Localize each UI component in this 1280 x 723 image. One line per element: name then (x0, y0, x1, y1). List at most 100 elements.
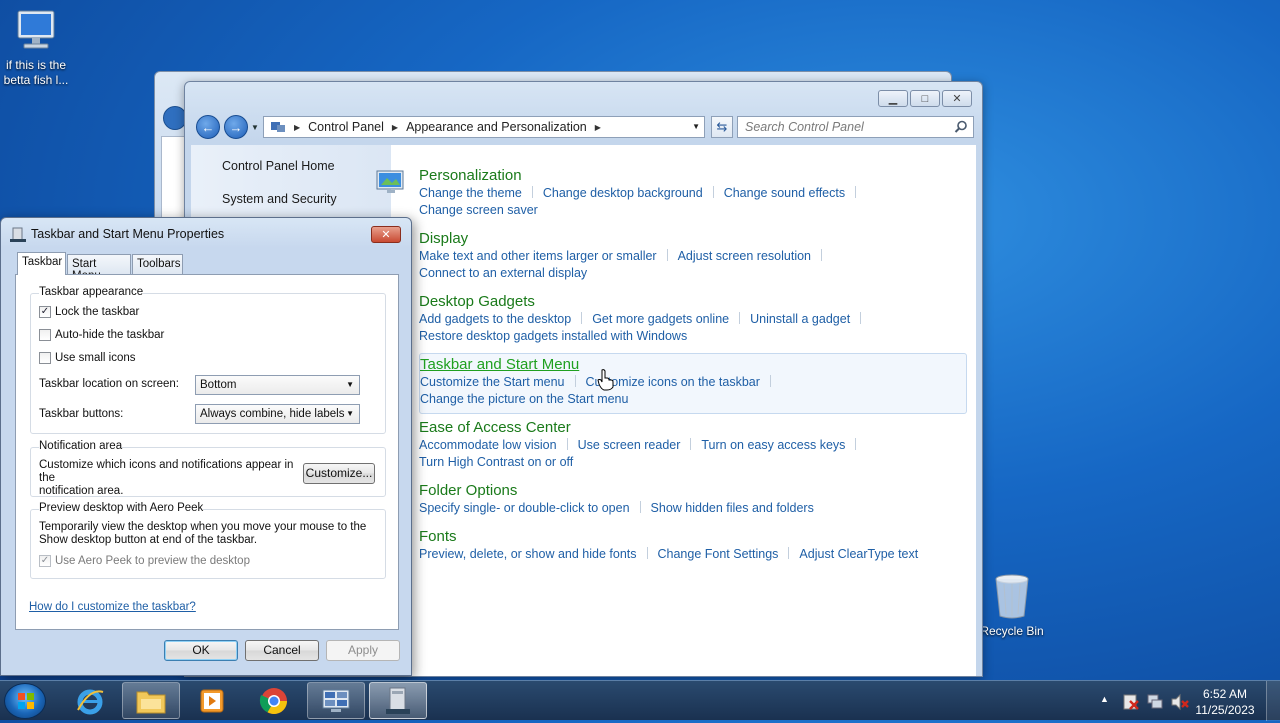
taskbar-properties-dialog[interactable]: Taskbar and Start Menu Properties ✕ Task… (0, 217, 412, 676)
taskbar-properties-icon (10, 227, 26, 242)
link-adjust-cleartype[interactable]: Adjust ClearType text (799, 547, 918, 561)
minimize-button[interactable]: ▁ (878, 90, 908, 107)
close-button[interactable]: ✕ (371, 226, 401, 243)
clock[interactable]: 6:52 AM 11/25/2023 (1190, 686, 1260, 718)
tab-start-menu[interactable]: Start Menu (67, 254, 131, 282)
address-bar[interactable]: ▶ Control Panel ▶ Appearance and Persona… (263, 116, 705, 138)
help-link[interactable]: How do I customize the taskbar? (29, 601, 196, 613)
computer-icon (17, 10, 55, 49)
autohide-checkbox[interactable] (39, 329, 51, 341)
close-button[interactable]: ✕ (942, 90, 972, 107)
link-restore-gadgets[interactable]: Restore desktop gadgets installed with W… (419, 329, 687, 343)
category-folder-options: Folder Options Specify single- or double… (376, 482, 967, 517)
link-preview-fonts[interactable]: Preview, delete, or show and hide fonts (419, 547, 637, 561)
category-ease-of-access: Ease of Access Center Accommodate low vi… (376, 419, 967, 471)
maximize-button[interactable]: □ (910, 90, 940, 107)
refresh-button[interactable]: ⇆ (711, 116, 733, 138)
chevron-down-icon: ▼ (346, 409, 354, 418)
tab-taskbar[interactable]: Taskbar (17, 252, 66, 275)
personalization-icon (376, 170, 404, 193)
link-change-desktop-background[interactable]: Change desktop background (543, 186, 703, 200)
taskbar-media-player[interactable] (183, 682, 241, 719)
link-change-start-menu-picture[interactable]: Change the picture on the Start menu (420, 392, 628, 406)
category-title[interactable]: Folder Options (419, 482, 967, 500)
customize-button[interactable]: Customize... (303, 463, 375, 484)
aero-peek-label: Use Aero Peek to preview the desktop (55, 555, 250, 567)
taskbar-control-panel[interactable] (307, 682, 365, 719)
show-desktop-button[interactable] (1266, 681, 1280, 721)
link-use-screen-reader[interactable]: Use screen reader (578, 438, 681, 452)
ok-button[interactable]: OK (164, 640, 238, 661)
category-title[interactable]: Desktop Gadgets (419, 293, 967, 311)
category-title[interactable]: Display (419, 230, 967, 248)
taskbar-internet-explorer[interactable] (61, 682, 119, 719)
link-change-theme[interactable]: Change the theme (419, 186, 522, 200)
small-icons-row[interactable]: Use small icons (39, 352, 136, 364)
back-button[interactable]: ← (196, 115, 220, 139)
link-accommodate-low-vision[interactable]: Accommodate low vision (419, 438, 557, 452)
lock-taskbar-row[interactable]: ✓ Lock the taskbar (39, 306, 139, 318)
sidebar-item-control-panel-home[interactable]: Control Panel Home (222, 159, 335, 173)
recent-pages-dropdown[interactable]: ▼ (251, 123, 259, 132)
link-change-screen-saver[interactable]: Change screen saver (419, 203, 538, 217)
lock-taskbar-checkbox[interactable]: ✓ (39, 306, 51, 318)
category-title[interactable]: Taskbar and Start Menu (420, 356, 966, 374)
link-easy-access-keys[interactable]: Turn on easy access keys (701, 438, 845, 452)
network-icon[interactable] (1146, 693, 1164, 711)
desktop-icon-label: if this is the (5, 58, 67, 72)
cancel-button[interactable]: Cancel (245, 640, 319, 661)
search-icon[interactable] (954, 120, 968, 134)
link-add-gadgets[interactable]: Add gadgets to the desktop (419, 312, 571, 326)
forward-button[interactable]: → (224, 115, 248, 139)
tab-toolbars[interactable]: Toolbars (132, 254, 183, 275)
small-icons-checkbox[interactable] (39, 352, 51, 364)
category-title[interactable]: Personalization (419, 167, 967, 185)
breadcrumb-root[interactable]: Control Panel (308, 120, 384, 134)
search-input[interactable]: Search Control Panel (737, 116, 974, 138)
chevron-right-icon: ▶ (294, 122, 301, 132)
tab-panel-taskbar: Taskbar appearance ✓ Lock the taskbar Au… (15, 274, 399, 630)
volume-muted-icon[interactable] (1170, 693, 1190, 711)
clock-date: 11/25/2023 (1195, 703, 1255, 717)
link-change-font-settings[interactable]: Change Font Settings (658, 547, 779, 561)
group-title: Taskbar appearance (39, 286, 144, 298)
link-connect-external-display[interactable]: Connect to an external display (419, 266, 587, 280)
address-dropdown-icon[interactable]: ▼ (692, 122, 700, 131)
aero-peek-row[interactable]: ✓ Use Aero Peek to preview the desktop (39, 555, 250, 567)
link-show-hidden-files[interactable]: Show hidden files and folders (651, 501, 814, 515)
dialog-title: Taskbar and Start Menu Properties (31, 227, 225, 241)
group-title: Notification area (39, 440, 123, 452)
link-change-sound-effects[interactable]: Change sound effects (724, 186, 845, 200)
link-customize-start-menu[interactable]: Customize the Start menu (420, 375, 565, 389)
link-uninstall-gadget[interactable]: Uninstall a gadget (750, 312, 850, 326)
taskbar-chrome[interactable] (245, 682, 303, 719)
taskbar-properties-window[interactable] (369, 682, 427, 719)
taskbar-location-select[interactable]: Bottom ▼ (195, 375, 360, 395)
link-high-contrast[interactable]: Turn High Contrast on or off (419, 455, 573, 469)
apply-button[interactable]: Apply (326, 640, 400, 661)
category-fonts: A Fonts Preview, delete, or show and hid… (376, 528, 967, 563)
desktop-icon-recycle-bin[interactable]: Recycle Bin (973, 572, 1051, 639)
aero-peek-checkbox[interactable]: ✓ (39, 555, 51, 567)
breadcrumb-current[interactable]: Appearance and Personalization (406, 120, 587, 134)
link-get-more-gadgets[interactable]: Get more gadgets online (592, 312, 729, 326)
link-make-text-larger[interactable]: Make text and other items larger or smal… (419, 249, 657, 263)
action-center-icon[interactable] (1122, 693, 1140, 711)
category-title[interactable]: Fonts (419, 528, 967, 546)
taskbar-file-explorer[interactable] (122, 682, 180, 719)
search-placeholder: Search Control Panel (745, 120, 864, 134)
notification-text: Customize which icons and notifications … (39, 459, 294, 484)
sidebar-item-system-and-security[interactable]: System and Security (222, 192, 337, 206)
start-button[interactable] (4, 683, 46, 719)
category-desktop-gadgets: Desktop Gadgets Add gadgets to the deskt… (376, 293, 967, 345)
control-panel-icon (271, 122, 285, 132)
desktop-icon-computer[interactable]: if this is the betta fish l... (0, 8, 75, 88)
taskbar: ▲ 6:52 AM 11/25/2023 (0, 680, 1280, 721)
show-hidden-icons-button[interactable]: ▲ (1100, 694, 1109, 704)
link-single-double-click[interactable]: Specify single- or double-click to open (419, 501, 630, 515)
taskbar-buttons-select[interactable]: Always combine, hide labels ▼ (195, 404, 360, 424)
location-label: Taskbar location on screen: (39, 378, 179, 390)
link-adjust-resolution[interactable]: Adjust screen resolution (678, 249, 811, 263)
category-title[interactable]: Ease of Access Center (419, 419, 967, 437)
autohide-row[interactable]: Auto-hide the taskbar (39, 329, 164, 341)
